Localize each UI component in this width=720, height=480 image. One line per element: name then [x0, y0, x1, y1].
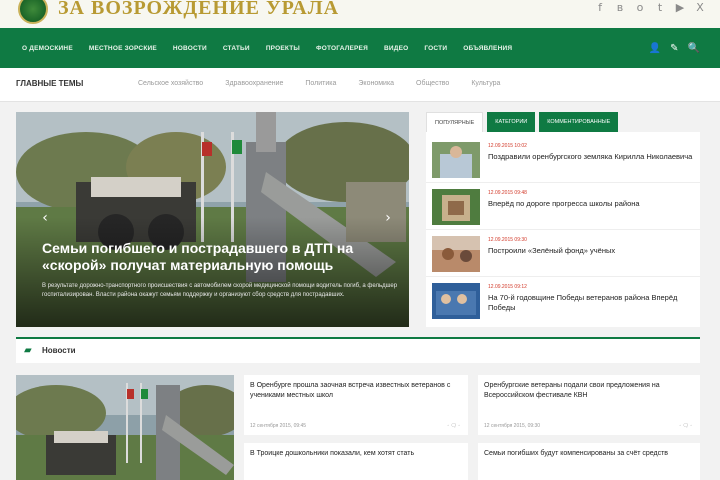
list-item[interactable]: 12.09.2015 09:12 На 70-й годовщине Побед… — [426, 277, 700, 324]
topic-link[interactable]: Сельское хозяйство — [138, 80, 203, 87]
search-icon[interactable]: 🔍 — [688, 43, 700, 54]
topic-link[interactable]: Здравоохранение — [225, 80, 283, 87]
item-date: 12.09.2015 09:30 — [488, 237, 527, 243]
news-card[interactable]: Семьи погибших будут компенсированы за с… — [478, 443, 700, 480]
news-card-title[interactable]: В Оренбурге прошла заочная встреча извес… — [250, 381, 462, 401]
news-card-date: 12 сентября 2015, 09:45 — [250, 423, 307, 429]
social-links: f в о t ▶ X — [594, 2, 706, 14]
youtube-icon[interactable]: ▶ — [674, 2, 686, 14]
list-item[interactable]: 12.09.2015 10:02 Поздравили оренбургског… — [426, 136, 700, 183]
item-title[interactable]: На 70-й годовщине Победы ветеранов район… — [488, 293, 694, 313]
list-item[interactable]: 12.09.2015 09:30 Построили «Зелёный фонд… — [426, 230, 700, 277]
site-logo-text[interactable]: ЗА ВОЗРОЖДЕНИЕ УРАЛА — [58, 0, 339, 20]
news-card-date: 12 сентября 2015, 09:30 — [484, 423, 541, 429]
sidebar-list: 12.09.2015 10:02 Поздравили оренбургског… — [426, 132, 700, 327]
topic-link[interactable]: Политика — [305, 80, 336, 87]
news-card[interactable]: В Троицке дошкольники показали, кем хотя… — [244, 443, 468, 480]
news-photo[interactable] — [16, 375, 234, 480]
news-section-title[interactable]: Новости — [42, 346, 76, 355]
twitter-icon[interactable]: t — [654, 2, 666, 14]
tab-commented[interactable]: КОММЕНТИРОВАННЫЕ — [539, 112, 619, 132]
news-photo-image — [16, 375, 234, 480]
nav-item-video[interactable]: ВИДЕО — [384, 45, 408, 52]
facebook-icon[interactable]: f — [594, 2, 606, 14]
nav-item-projects[interactable]: ПРОЕКТЫ — [266, 45, 300, 52]
edit-icon[interactable]: ✎ — [670, 43, 678, 54]
tab-popular[interactable]: ПОПУЛЯРНЫЕ — [426, 112, 484, 132]
item-title[interactable]: Построили «Зелёный фонд» учёных — [488, 246, 694, 256]
thumbnail-image — [432, 236, 480, 272]
hero-slider[interactable]: ‹ › Семьи погибшего и пострадавшего в ДТ… — [16, 112, 409, 327]
nav-item-articles[interactable]: СТАТЬИ — [223, 45, 250, 52]
nav-item-photo[interactable]: ФОТОГАЛЕРЕЯ — [316, 45, 368, 52]
thumbnail-image — [432, 283, 480, 319]
hero-prev-icon[interactable]: ‹ — [38, 208, 52, 228]
topic-link[interactable]: Экономика — [358, 80, 394, 87]
item-date: 12.09.2015 10:02 — [488, 143, 527, 149]
nav-item-ads[interactable]: ОБЪЯВЛЕНИЯ — [463, 45, 512, 52]
nav-item-local[interactable]: МЕСТНОЕ ЗОРСКИЕ — [89, 45, 157, 52]
topic-link[interactable]: Общество — [416, 80, 449, 87]
site-header: ЗА ВОЗРОЖДЕНИЕ УРАЛА f в о t ▶ X — [0, 0, 720, 28]
main-navigation: О ДЕМОСКИНЕ МЕСТНОЕ ЗОРСКИЕ НОВОСТИ СТАТ… — [0, 28, 720, 68]
hero-next-icon[interactable]: › — [381, 208, 395, 228]
list-item[interactable]: 12.09.2015 09:48 Вперёд по дороге прогре… — [426, 183, 700, 230]
item-date: 12.09.2015 09:48 — [488, 190, 527, 196]
nav-item-about[interactable]: О ДЕМОСКИНЕ — [22, 45, 73, 52]
news-card[interactable]: Оренбургские ветераны подали свои предло… — [478, 375, 700, 435]
news-card-title[interactable]: Оренбургские ветераны подали свои предло… — [484, 381, 694, 401]
news-card-tools[interactable]: ◦ 🗨 ◦ — [679, 423, 692, 429]
user-icon[interactable]: 👤 — [649, 43, 661, 54]
news-card[interactable]: В Оренбурге прошла заочная встреча извес… — [244, 375, 468, 435]
sidebar-widget: ПОПУЛЯРНЫЕ КАТЕГОРИИ КОММЕНТИРОВАННЫЕ 12… — [426, 112, 700, 327]
nav-item-guests[interactable]: ГОСТИ — [424, 45, 447, 52]
topic-link[interactable]: Культура — [471, 80, 500, 87]
hero-excerpt: В результате дорожно-транспортного проис… — [42, 283, 398, 298]
topics-title: ГЛАВНЫЕ ТЕМЫ — [16, 79, 84, 88]
nav-item-news[interactable]: НОВОСТИ — [173, 45, 207, 52]
topics-bar: ГЛАВНЫЕ ТЕМЫ Сельское хозяйство Здравоох… — [0, 68, 720, 102]
news-card-title[interactable]: Семьи погибших будут компенсированы за с… — [484, 449, 694, 459]
vk-icon[interactable]: в — [614, 2, 626, 14]
news-card-tools[interactable]: ◦ 🗨 ◦ — [447, 423, 460, 429]
item-title[interactable]: Вперёд по дороге прогресса школы района — [488, 199, 694, 209]
item-date: 12.09.2015 09:12 — [488, 284, 527, 290]
hero-title[interactable]: Семьи погибшего и пострадавшего в ДТП на… — [42, 240, 402, 274]
item-title[interactable]: Поздравили оренбургского земляка Кирилла… — [488, 152, 694, 162]
news-card-title[interactable]: В Троицке дошкольники показали, кем хотя… — [250, 449, 462, 459]
logo-emblem-icon[interactable] — [18, 0, 48, 24]
thumbnail-image — [432, 142, 480, 178]
thumbnail-image — [432, 189, 480, 225]
news-section-header: ▰ Новости — [16, 337, 700, 363]
x-icon[interactable]: X — [694, 2, 706, 14]
news-icon: ▰ — [24, 345, 32, 356]
tab-categories[interactable]: КАТЕГОРИИ — [487, 112, 536, 132]
ok-icon[interactable]: о — [634, 2, 646, 14]
